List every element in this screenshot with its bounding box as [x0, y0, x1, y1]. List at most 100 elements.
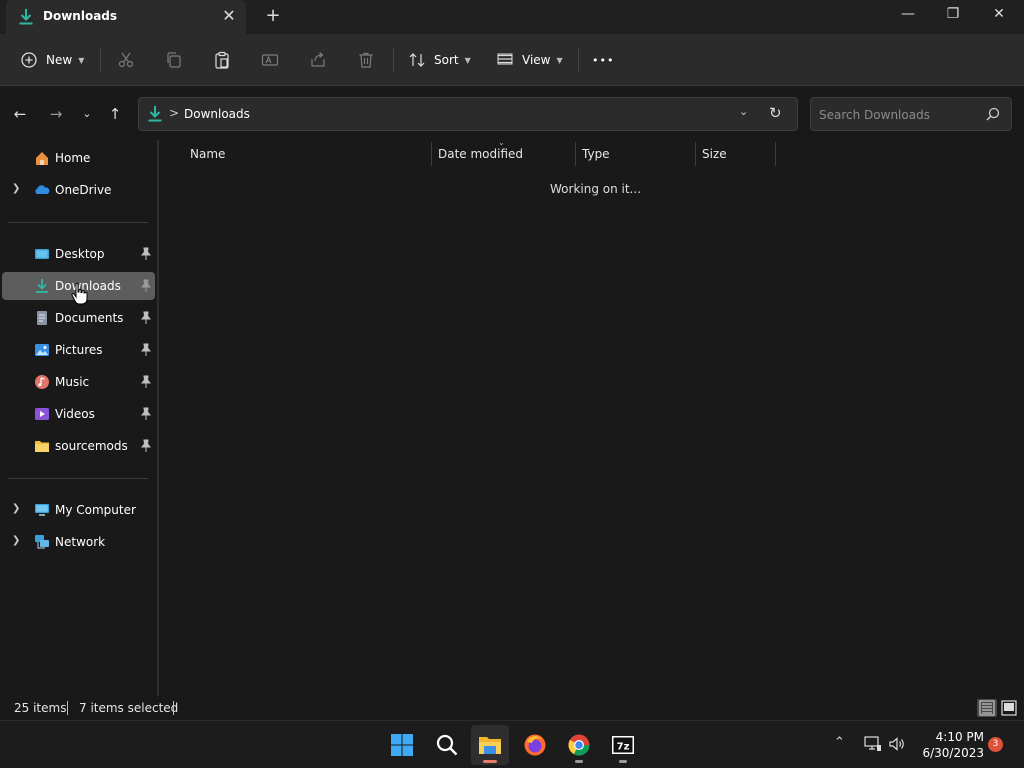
maximize-button[interactable]: ❐	[930, 0, 976, 30]
copy-button[interactable]	[165, 46, 183, 74]
title-bar: Downloads ✕ + — ❐ ✕	[0, 0, 1024, 34]
sidebar-item-network[interactable]: ❯ Network	[2, 528, 155, 556]
document-icon	[37, 311, 47, 325]
pin-icon[interactable]	[140, 279, 152, 293]
toolbar-divider	[100, 48, 101, 72]
taskbar-chrome[interactable]	[560, 725, 598, 765]
7zip-label: 7z	[617, 742, 630, 753]
view-list-icon	[497, 53, 513, 65]
chevron-right-icon[interactable]: ❯	[12, 503, 20, 514]
sidebar-item-sourcemods[interactable]: sourcemods	[2, 432, 155, 460]
firefox-icon	[524, 734, 546, 756]
sidebar-divider	[8, 222, 148, 223]
toolbar-divider	[393, 48, 394, 72]
rename-button[interactable]	[261, 46, 279, 74]
sidebar-item-my-computer[interactable]: ❯ My Computer	[2, 496, 155, 524]
up-button[interactable]: ↑	[105, 104, 125, 124]
network-status-icon[interactable]	[864, 736, 882, 752]
taskbar: 7z ⌃ 4:10 PM 6/30/2023 3	[0, 720, 1024, 768]
column-header-type[interactable]: Type	[582, 147, 610, 161]
pin-icon[interactable]	[140, 407, 152, 421]
paste-button[interactable]	[213, 46, 231, 74]
breadcrumb-downloads[interactable]: Downloads	[184, 107, 250, 121]
column-divider[interactable]	[431, 142, 432, 166]
taskbar-firefox[interactable]	[516, 725, 554, 765]
more-options-button[interactable]: •••	[592, 46, 614, 74]
delete-button[interactable]	[357, 46, 375, 74]
taskbar-7zip[interactable]: 7z	[604, 725, 642, 765]
minimize-button[interactable]: —	[885, 0, 931, 30]
column-header-name[interactable]: Name	[190, 147, 225, 161]
download-icon	[19, 9, 33, 25]
sidebar-item-pictures[interactable]: Pictures	[2, 336, 155, 364]
share-button[interactable]	[309, 46, 327, 74]
search-box	[810, 97, 1012, 131]
volume-icon[interactable]	[888, 736, 906, 752]
sidebar-item-label: sourcemods	[55, 439, 128, 453]
pin-icon[interactable]	[140, 375, 152, 389]
close-button[interactable]: ✕	[976, 0, 1022, 30]
new-tab-button[interactable]: +	[262, 5, 284, 27]
pin-icon[interactable]	[140, 343, 152, 357]
pictures-icon	[35, 344, 49, 356]
sort-button[interactable]: Sort ▼	[408, 46, 471, 74]
chevron-right-icon[interactable]: ❯	[12, 183, 20, 194]
music-icon	[35, 375, 49, 389]
show-hidden-icons-button[interactable]: ⌃	[834, 735, 845, 750]
cut-button[interactable]	[117, 46, 135, 74]
sidebar-item-home[interactable]: Home	[2, 144, 155, 172]
column-divider[interactable]	[775, 142, 776, 166]
address-dropdown-button[interactable]: ⌄	[739, 105, 748, 118]
toolbar-divider	[578, 48, 579, 72]
column-header-date-modified[interactable]: Date modified	[438, 147, 523, 161]
notification-badge[interactable]: 3	[988, 737, 1003, 752]
view-button[interactable]: View ▼	[496, 46, 563, 74]
sidebar-item-videos[interactable]: Videos	[2, 400, 155, 428]
column-header-size[interactable]: Size	[702, 147, 727, 161]
folder-icon	[35, 441, 49, 452]
pin-icon[interactable]	[140, 247, 152, 261]
details-view-button[interactable]	[977, 699, 997, 717]
recent-locations-button[interactable]: ⌄	[77, 104, 97, 124]
windows-icon	[391, 734, 413, 756]
sidebar-item-documents[interactable]: Documents	[2, 304, 155, 332]
file-explorer-icon	[479, 737, 501, 754]
taskbar-file-explorer[interactable]	[471, 725, 509, 765]
navigation-pane-scrollbar[interactable]	[157, 140, 159, 696]
loading-message: Working on it...	[550, 182, 642, 196]
sort-indicator-icon: ⌄	[498, 138, 505, 147]
address-bar[interactable]: > Downloads ⌄ ↻	[138, 97, 798, 131]
search-input[interactable]	[819, 106, 979, 124]
back-button[interactable]: ←	[10, 104, 30, 124]
copy-icon	[167, 52, 181, 68]
clock[interactable]: 4:10 PM 6/30/2023	[914, 729, 984, 761]
chrome-icon	[568, 734, 590, 756]
forward-button[interactable]: →	[46, 104, 66, 124]
sidebar-item-label: Documents	[55, 311, 124, 325]
address-row: ← → ⌄ ↑ > Downloads ⌄ ↻	[0, 86, 1024, 140]
sidebar-item-onedrive[interactable]: ❯ OneDrive	[2, 176, 155, 204]
details-view-icon	[979, 700, 995, 716]
column-divider[interactable]	[695, 142, 696, 166]
clock-date: 6/30/2023	[922, 746, 984, 760]
sidebar-item-label: Home	[55, 151, 91, 165]
sort-icon	[409, 53, 425, 67]
chevron-right-icon[interactable]: ❯	[12, 535, 20, 546]
tab-downloads[interactable]: Downloads ✕	[6, 0, 246, 34]
sidebar-item-desktop[interactable]: Desktop	[2, 240, 155, 268]
command-bar: New ▼ Sort ▼ View ▼ •••	[0, 34, 1024, 86]
start-button[interactable]	[383, 725, 421, 765]
tab-close-button[interactable]: ✕	[218, 6, 240, 28]
refresh-button[interactable]: ↻	[769, 104, 782, 122]
status-divider	[67, 701, 68, 715]
search-icon[interactable]	[985, 106, 1001, 122]
search-icon	[436, 734, 458, 756]
sidebar-item-music[interactable]: Music	[2, 368, 155, 396]
new-button[interactable]: New ▼	[20, 46, 84, 74]
large-icons-view-button[interactable]	[999, 699, 1019, 717]
pin-icon[interactable]	[140, 311, 152, 325]
pin-icon[interactable]	[140, 439, 152, 453]
column-divider[interactable]	[575, 142, 576, 166]
taskbar-search-button[interactable]	[428, 725, 466, 765]
navigation-pane: Home ❯ OneDrive Desktop Downloads Docume…	[0, 140, 158, 696]
